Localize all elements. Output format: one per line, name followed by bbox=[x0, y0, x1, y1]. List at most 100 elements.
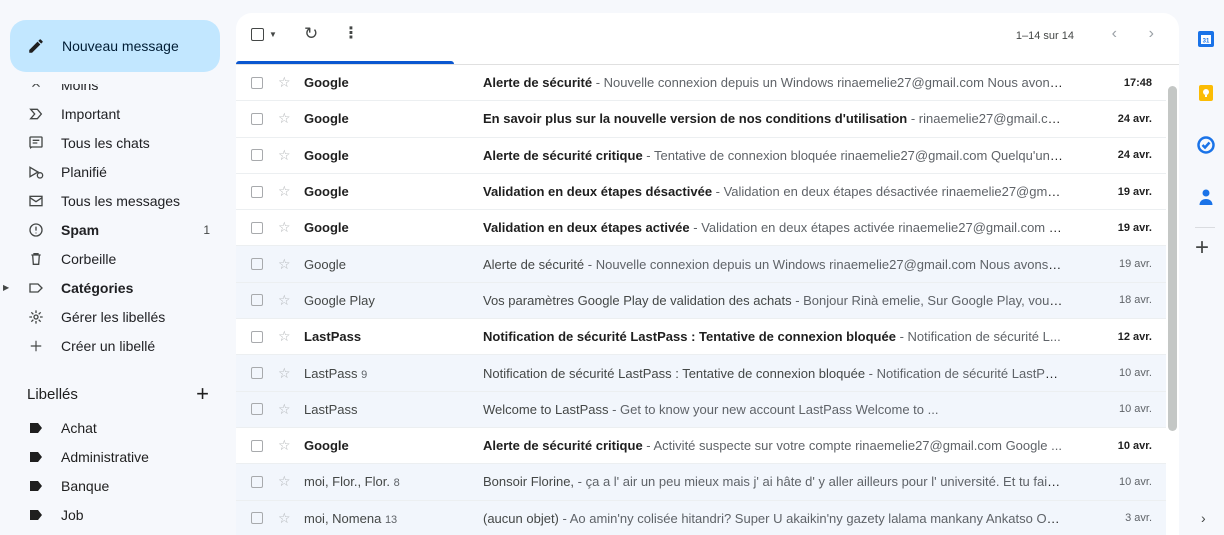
star-icon[interactable]: ☆ bbox=[278, 74, 291, 91]
label-item-text: Administrative bbox=[61, 448, 149, 465]
star-icon[interactable]: ☆ bbox=[278, 147, 291, 164]
contacts-icon[interactable] bbox=[1197, 188, 1215, 206]
nav-item-trash[interactable]: Corbeille bbox=[0, 244, 228, 273]
email-subject-line: Validation en deux étapes activée - Vali… bbox=[483, 220, 1063, 235]
row-checkbox[interactable] bbox=[251, 475, 263, 488]
email-subject-line: Notification de sécurité LastPass : Tent… bbox=[483, 366, 1063, 381]
email-row[interactable]: ☆ LastPass 9 Notification de sécurité Last… bbox=[236, 355, 1166, 392]
email-subject-line: Alerte de sécurité - Nouvelle connexion … bbox=[483, 257, 1063, 272]
next-page-icon[interactable]: › bbox=[1149, 25, 1154, 43]
all-mail-icon bbox=[24, 189, 48, 213]
row-checkbox[interactable] bbox=[251, 112, 263, 125]
add-label-icon[interactable]: + bbox=[196, 383, 209, 405]
email-subject: Notification de sécurité LastPass : Tent… bbox=[483, 365, 866, 381]
nav-item-categories[interactable]: ▶ Catégories bbox=[0, 273, 228, 302]
compose-label: Nouveau message bbox=[62, 38, 179, 54]
email-date: 12 avr. bbox=[1117, 330, 1152, 343]
star-icon[interactable]: ☆ bbox=[278, 401, 291, 418]
row-checkbox[interactable] bbox=[251, 439, 263, 452]
email-subject-line: Bonsoir Florine, - ça a l' air un peu mi… bbox=[483, 474, 1063, 489]
email-row[interactable]: ☆ Google Play Vos paramètres Google Play … bbox=[236, 282, 1166, 320]
email-row[interactable]: ☆ LastPass Notification de sécurité LastP… bbox=[236, 319, 1166, 356]
email-snippet: - Bonjour Rinà emelie, Sur Google Play, … bbox=[791, 292, 1063, 308]
add-addon-icon[interactable]: + bbox=[1195, 234, 1209, 262]
settings-icon bbox=[24, 305, 48, 329]
nav-item-important[interactable]: Important bbox=[0, 99, 228, 128]
nav-item-chats[interactable]: Tous les chats bbox=[0, 128, 228, 157]
nav-item-spam[interactable]: Spam 1 bbox=[0, 215, 228, 244]
email-sender: moi, Nomena 13 bbox=[304, 511, 464, 526]
nav-item-manage-labels[interactable]: Gérer les libellés bbox=[0, 302, 228, 331]
label-item-banque[interactable]: Banque bbox=[0, 471, 228, 500]
label-item-job[interactable]: Job bbox=[0, 500, 228, 529]
calendar-icon[interactable]: 31 bbox=[1197, 30, 1215, 48]
star-icon[interactable]: ☆ bbox=[278, 473, 291, 490]
email-row[interactable]: ☆ Google Alerte de sécurité - Nouvelle co… bbox=[236, 246, 1166, 283]
row-checkbox[interactable] bbox=[251, 76, 263, 89]
email-date: 10 avr. bbox=[1117, 439, 1152, 452]
email-row[interactable]: ☆ Google Validation en deux étapes activé… bbox=[236, 210, 1166, 247]
chevron-right-icon[interactable]: › bbox=[1201, 510, 1206, 526]
spam-count: 1 bbox=[203, 222, 210, 237]
expand-arrow-icon[interactable]: ▶ bbox=[3, 283, 9, 292]
row-checkbox[interactable] bbox=[251, 258, 263, 271]
row-checkbox[interactable] bbox=[251, 512, 263, 525]
email-subject: Vos paramètres Google Play de validation… bbox=[483, 292, 792, 308]
compose-button[interactable]: Nouveau message bbox=[10, 20, 220, 72]
star-icon[interactable]: ☆ bbox=[278, 110, 291, 127]
email-subject: Validation en deux étapes activée bbox=[483, 220, 690, 236]
important-icon bbox=[24, 102, 48, 126]
star-icon[interactable]: ☆ bbox=[278, 437, 291, 454]
star-icon[interactable]: ☆ bbox=[278, 510, 291, 527]
refresh-icon[interactable]: ↻ bbox=[304, 24, 318, 44]
scheduled-icon bbox=[24, 160, 48, 184]
trash-icon bbox=[24, 247, 48, 271]
email-date: 24 avr. bbox=[1117, 112, 1152, 125]
star-icon[interactable]: ☆ bbox=[278, 365, 291, 382]
email-sender: Google bbox=[304, 184, 464, 199]
email-date: 24 avr. bbox=[1117, 149, 1152, 162]
row-checkbox[interactable] bbox=[251, 330, 263, 343]
sender-name: Google bbox=[304, 75, 349, 91]
sender-name: moi, Nomena bbox=[304, 510, 382, 526]
star-icon[interactable]: ☆ bbox=[278, 256, 291, 273]
row-checkbox[interactable] bbox=[251, 221, 263, 234]
tasks-icon[interactable] bbox=[1197, 136, 1215, 154]
nav-item-less[interactable]: Moins bbox=[0, 84, 228, 99]
more-options-icon[interactable]: ⋮ bbox=[343, 23, 359, 43]
star-icon[interactable]: ☆ bbox=[278, 183, 291, 200]
email-row[interactable]: ☆ moi, Flor., Flor. 8 Bonsoir Florine, - ç… bbox=[236, 464, 1166, 501]
row-checkbox[interactable] bbox=[251, 149, 263, 162]
nav-item-create-label[interactable]: Créer un libellé bbox=[0, 331, 228, 360]
email-row[interactable]: ☆ LastPass Welcome to LastPass - Get to k… bbox=[236, 391, 1166, 428]
toolbar: ▼ ↻ ⋮ 1–14 sur 14 ‹ › bbox=[236, 13, 1179, 61]
email-sender: Google bbox=[304, 438, 464, 453]
keep-icon[interactable] bbox=[1197, 84, 1215, 102]
star-icon[interactable]: ☆ bbox=[278, 219, 291, 236]
nav-item-all-mail[interactable]: Tous les messages bbox=[0, 186, 228, 215]
row-checkbox[interactable] bbox=[251, 403, 263, 416]
label-item-administrative[interactable]: Administrative bbox=[0, 442, 228, 471]
email-subject: Notification de sécurité LastPass : Tent… bbox=[483, 329, 896, 345]
select-all-checkbox[interactable] bbox=[251, 28, 264, 41]
email-row[interactable]: ☆ Google En savoir plus sur la nouvelle v… bbox=[236, 101, 1166, 138]
sender-name: Google bbox=[304, 111, 349, 127]
sender-name: Google bbox=[304, 220, 349, 236]
email-subject-line: Alerte de sécurité critique - Activité s… bbox=[483, 438, 1063, 453]
label-item-achat[interactable]: Achat bbox=[0, 413, 228, 442]
email-row[interactable]: ☆ Google Alerte de sécurité critique - Ac… bbox=[236, 428, 1166, 465]
star-icon[interactable]: ☆ bbox=[278, 292, 291, 309]
email-row[interactable]: ☆ Google Alerte de sécurité critique - Te… bbox=[236, 138, 1166, 174]
nav-item-scheduled[interactable]: Planifié bbox=[0, 157, 228, 186]
scrollbar[interactable] bbox=[1168, 86, 1177, 431]
email-row[interactable]: ☆ moi, Nomena 13 (aucun objet) - Ao amin'n… bbox=[236, 500, 1166, 535]
select-caret-icon[interactable]: ▼ bbox=[269, 30, 277, 39]
row-checkbox[interactable] bbox=[251, 294, 263, 307]
email-row[interactable]: ☆ Google Alerte de sécurité - Nouvelle co… bbox=[236, 65, 1166, 102]
prev-page-icon[interactable]: ‹ bbox=[1112, 25, 1117, 43]
email-row[interactable]: ☆ Google Validation en deux étapes désact… bbox=[236, 174, 1166, 211]
row-checkbox[interactable] bbox=[251, 185, 263, 198]
row-checkbox[interactable] bbox=[251, 367, 263, 380]
email-subject: Welcome to LastPass bbox=[483, 401, 609, 417]
star-icon[interactable]: ☆ bbox=[278, 328, 291, 345]
